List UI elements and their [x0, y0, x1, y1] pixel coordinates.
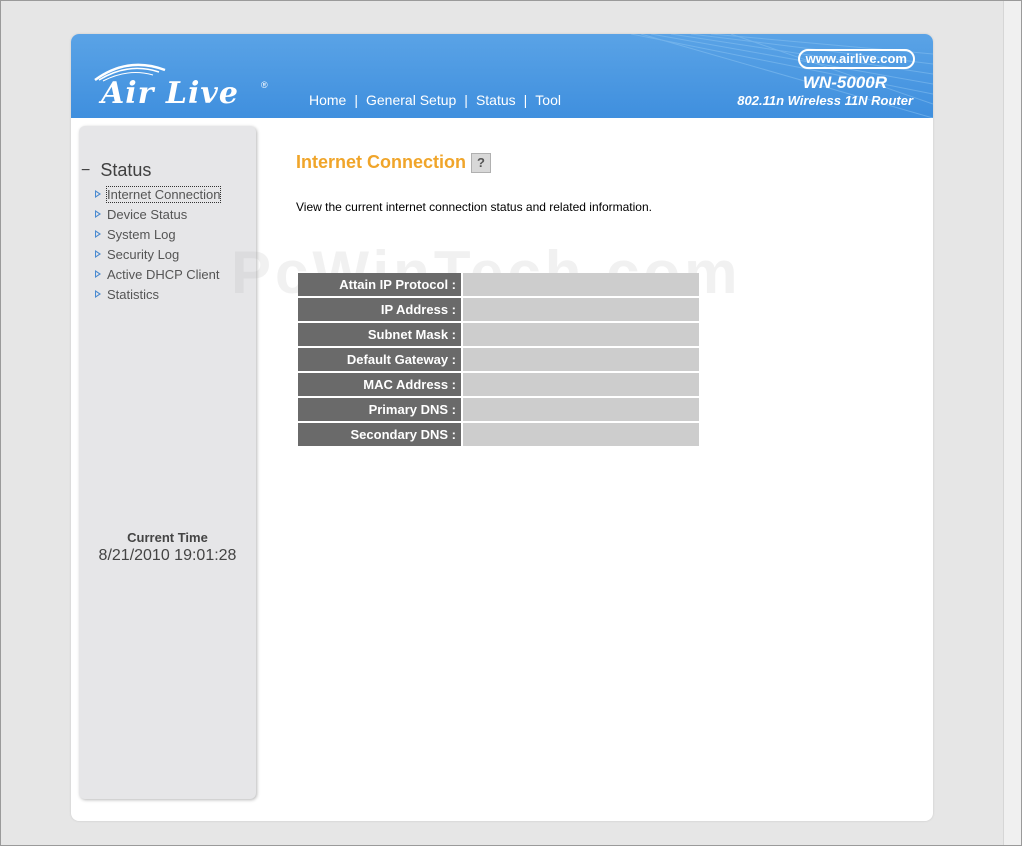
row-value — [463, 398, 699, 421]
table-row: Subnet Mask : — [298, 323, 699, 346]
row-label: Secondary DNS : — [298, 423, 461, 446]
current-time-value: 8/21/2010 19:01:28 — [98, 547, 237, 564]
nav-status[interactable]: Status — [476, 92, 516, 108]
row-value — [463, 423, 699, 446]
sidebar-item-system-log[interactable]: System Log — [95, 224, 220, 244]
page-title: Internet Connection ? — [296, 152, 491, 173]
row-label: Default Gateway : — [298, 348, 461, 371]
browser-window: Air Live ® Home | General Setup | Status… — [0, 0, 1022, 846]
sidebar-section-title: Status — [100, 160, 152, 180]
sidebar-item-device-status[interactable]: Device Status — [95, 204, 220, 224]
collapse-icon[interactable]: − — [81, 162, 90, 180]
triangle-right-icon — [95, 290, 101, 298]
nav-general-setup[interactable]: General Setup — [366, 92, 456, 108]
row-value — [463, 323, 699, 346]
sidebar-item-security-log[interactable]: Security Log — [95, 244, 220, 264]
sidebar-item-label: Security Log — [107, 246, 180, 262]
table-row: Default Gateway : — [298, 348, 699, 371]
row-label: IP Address : — [298, 298, 461, 321]
sidebar-item-internet-connection[interactable]: Internet Connection — [95, 184, 222, 204]
sidebar-item-label: System Log — [107, 226, 176, 242]
sidebar-menu: Internet Connection Device Status System… — [95, 184, 222, 304]
sidebar-item-label: Statistics — [107, 286, 160, 302]
sidebar-item-label: Active DHCP Client — [107, 266, 220, 282]
current-time-label: Current Time — [127, 530, 208, 545]
sidebar-section-status[interactable]: − Status — [81, 160, 151, 181]
vertical-scrollbar[interactable] — [1003, 1, 1021, 845]
help-icon[interactable]: ? — [471, 152, 491, 173]
nav-separator: | — [523, 92, 528, 108]
row-label: Subnet Mask : — [298, 323, 461, 346]
triangle-right-icon — [95, 230, 101, 238]
nav-separator: | — [354, 92, 358, 108]
row-value — [463, 348, 699, 371]
sidebar-item-label: Internet Connection — [105, 185, 222, 203]
logo-text: Air Live — [101, 76, 239, 111]
row-label: MAC Address : — [298, 373, 461, 396]
table-row: MAC Address : — [298, 373, 699, 396]
nav-home[interactable]: Home — [309, 92, 346, 108]
sidebar-item-active-dhcp-client[interactable]: Active DHCP Client — [95, 264, 220, 284]
table-row: Secondary DNS : — [298, 423, 699, 446]
top-navigation: Home | General Setup | Status | Tool — [309, 92, 561, 108]
nav-tool[interactable]: Tool — [535, 92, 561, 108]
sidebar: − Status Internet Connection Device Stat… — [79, 126, 256, 799]
brand-url-badge: www.airlive.com — [797, 49, 915, 69]
current-time: Current Time 8/21/2010 19:01:28 — [79, 530, 256, 565]
sidebar-item-label: Device Status — [107, 206, 188, 222]
sidebar-item-statistics[interactable]: Statistics — [95, 284, 220, 304]
row-label: Attain IP Protocol : — [298, 273, 461, 296]
triangle-right-icon — [95, 270, 101, 278]
table-row: Attain IP Protocol : — [298, 273, 699, 296]
triangle-right-icon — [95, 190, 101, 198]
page-title-text: Internet Connection — [296, 152, 466, 172]
page-description: View the current internet connection sta… — [296, 200, 652, 214]
row-label: Primary DNS : — [298, 398, 461, 421]
row-value — [463, 273, 699, 296]
logo-registered-mark: ® — [261, 80, 268, 90]
triangle-right-icon — [95, 250, 101, 258]
table-row: IP Address : — [298, 298, 699, 321]
device-model: WN-5000R — [802, 73, 887, 92]
device-description: 802.11n Wireless 11N Router — [737, 93, 913, 108]
router-page: Air Live ® Home | General Setup | Status… — [71, 34, 933, 821]
nav-separator: | — [464, 92, 468, 108]
row-value — [463, 298, 699, 321]
triangle-right-icon — [95, 210, 101, 218]
header-banner: Air Live ® Home | General Setup | Status… — [71, 34, 933, 118]
connection-info-table: Attain IP Protocol : IP Address : Subnet… — [296, 271, 701, 448]
row-value — [463, 373, 699, 396]
table-row: Primary DNS : — [298, 398, 699, 421]
